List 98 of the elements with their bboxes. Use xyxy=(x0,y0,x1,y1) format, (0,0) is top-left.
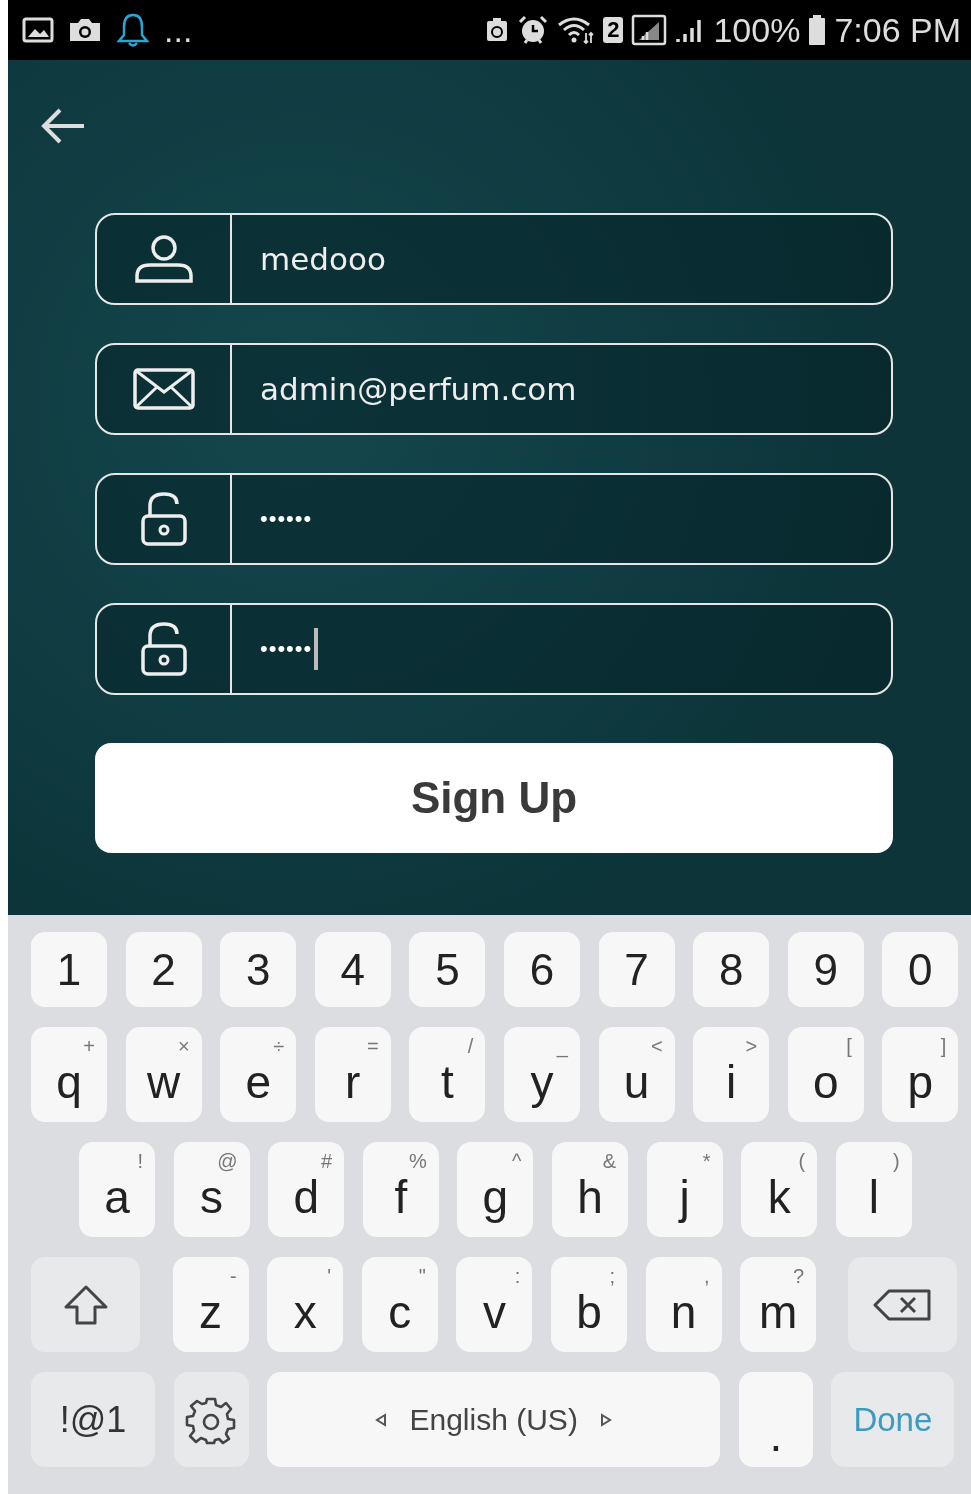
more-notifications-text: ... xyxy=(164,10,193,50)
image-icon xyxy=(22,17,54,43)
letter-key[interactable]: ÷ e xyxy=(220,1027,297,1122)
key-hint: ( xyxy=(798,1150,806,1173)
space-key[interactable]: English (US) xyxy=(267,1372,721,1467)
number-key[interactable]: 9 xyxy=(787,932,864,1007)
clock: 7:06 PM xyxy=(834,10,961,50)
letter-key[interactable]: [ o xyxy=(787,1027,864,1122)
letter-key[interactable]: # d xyxy=(268,1142,345,1237)
envelope-icon xyxy=(132,368,195,410)
letter-key[interactable]: ; b xyxy=(550,1257,627,1352)
field-value: medooo xyxy=(260,241,386,277)
number-key[interactable]: 1 xyxy=(31,932,107,1007)
key-hint: ; xyxy=(609,1265,615,1288)
back-arrow-icon[interactable] xyxy=(40,107,86,145)
letter-key[interactable]: + q xyxy=(31,1027,107,1122)
letter-key[interactable]: / t xyxy=(409,1027,486,1122)
key-hint: < xyxy=(650,1035,663,1058)
sim-badge: 2 xyxy=(603,17,624,43)
camera-icon xyxy=(68,17,102,43)
number-key[interactable]: 5 xyxy=(409,932,486,1007)
key-hint: _ xyxy=(556,1035,568,1058)
letter-key[interactable]: ] p xyxy=(882,1027,959,1122)
letter-key[interactable]: % f xyxy=(362,1142,439,1237)
shift-arrow-icon xyxy=(62,1283,109,1326)
key-hint: / xyxy=(467,1035,474,1058)
number-key[interactable]: 6 xyxy=(503,932,580,1007)
backspace-key[interactable] xyxy=(847,1257,957,1352)
key-hint: = xyxy=(367,1035,379,1058)
field-value: •••••• xyxy=(260,636,313,662)
number-key[interactable]: 2 xyxy=(125,932,202,1007)
letter-key[interactable]: - z xyxy=(172,1257,249,1352)
key-hint: ' xyxy=(327,1265,332,1288)
key-hint: * xyxy=(702,1150,711,1173)
letter-key[interactable]: ( k xyxy=(741,1142,818,1237)
key-hint: ) xyxy=(893,1150,900,1173)
letter-key[interactable]: ! a xyxy=(79,1142,155,1237)
shift-key[interactable] xyxy=(31,1257,140,1352)
input-field[interactable]: •••••• xyxy=(95,603,893,695)
key-hint: × xyxy=(177,1035,190,1058)
key-hint: ? xyxy=(793,1265,805,1288)
signal-icon xyxy=(631,14,668,46)
letter-key[interactable]: " c xyxy=(361,1257,438,1352)
number-key[interactable]: 0 xyxy=(882,932,959,1007)
letter-key[interactable]: = r xyxy=(314,1027,391,1122)
key-hint: % xyxy=(409,1150,427,1173)
key-hint: + xyxy=(83,1035,95,1058)
period-key[interactable]: . xyxy=(738,1372,813,1467)
key-hint: ] xyxy=(940,1035,947,1058)
key-hint: # xyxy=(321,1150,333,1173)
language-label: English (US) xyxy=(409,1402,578,1437)
user-icon xyxy=(133,234,194,284)
letter-key[interactable]: : v xyxy=(456,1257,533,1352)
symbols-key[interactable]: !@1 xyxy=(31,1372,155,1467)
letter-key[interactable]: & h xyxy=(551,1142,628,1237)
field-value: admin@perfum.com xyxy=(260,371,577,407)
key-hint: : xyxy=(514,1265,521,1288)
alarm-icon xyxy=(517,15,550,45)
letter-key[interactable]: @ s xyxy=(173,1142,250,1237)
sign-up-button[interactable]: Sign Up xyxy=(95,743,893,853)
number-key[interactable]: 7 xyxy=(598,932,675,1007)
letter-key[interactable]: < u xyxy=(598,1027,675,1122)
field-value: •••••• xyxy=(260,506,313,532)
key-hint: ÷ xyxy=(273,1035,285,1058)
bell-icon xyxy=(116,12,150,48)
padlock-icon xyxy=(139,492,188,546)
key-hint: & xyxy=(602,1150,616,1173)
left-triangle-icon xyxy=(375,1412,388,1427)
letter-key[interactable]: × w xyxy=(125,1027,202,1122)
key-hint: ^ xyxy=(512,1150,522,1173)
input-field[interactable]: medooo xyxy=(95,213,893,305)
number-key[interactable]: 4 xyxy=(314,932,391,1007)
key-hint: ! xyxy=(137,1150,143,1173)
input-field[interactable]: admin@perfum.com xyxy=(95,343,893,435)
letter-key[interactable]: ^ g xyxy=(457,1142,534,1237)
key-hint: [ xyxy=(846,1035,852,1058)
letter-key[interactable]: ) l xyxy=(835,1142,912,1237)
letter-key[interactable]: _ y xyxy=(503,1027,580,1122)
wifi-icon xyxy=(557,16,596,44)
key-hint: > xyxy=(745,1035,758,1058)
settings-key[interactable] xyxy=(173,1372,249,1467)
letter-key[interactable]: > i xyxy=(693,1027,770,1122)
right-triangle-icon xyxy=(599,1412,612,1427)
key-hint: - xyxy=(229,1265,237,1288)
padlock-icon xyxy=(139,622,188,676)
key-hint: @ xyxy=(217,1150,238,1173)
backspace-icon xyxy=(873,1288,932,1321)
letter-key[interactable]: ? m xyxy=(740,1257,817,1352)
key-hint: , xyxy=(704,1265,710,1288)
number-key[interactable]: 8 xyxy=(693,932,770,1007)
input-field[interactable]: •••••• xyxy=(95,473,893,565)
battery-icon xyxy=(808,15,827,45)
key-hint: " xyxy=(418,1265,426,1288)
letter-key[interactable]: * j xyxy=(646,1142,723,1237)
battery-percent: 100% xyxy=(713,10,801,50)
letter-key[interactable]: ' x xyxy=(267,1257,344,1352)
letter-key[interactable]: , n xyxy=(645,1257,722,1352)
number-key[interactable]: 3 xyxy=(220,932,297,1007)
